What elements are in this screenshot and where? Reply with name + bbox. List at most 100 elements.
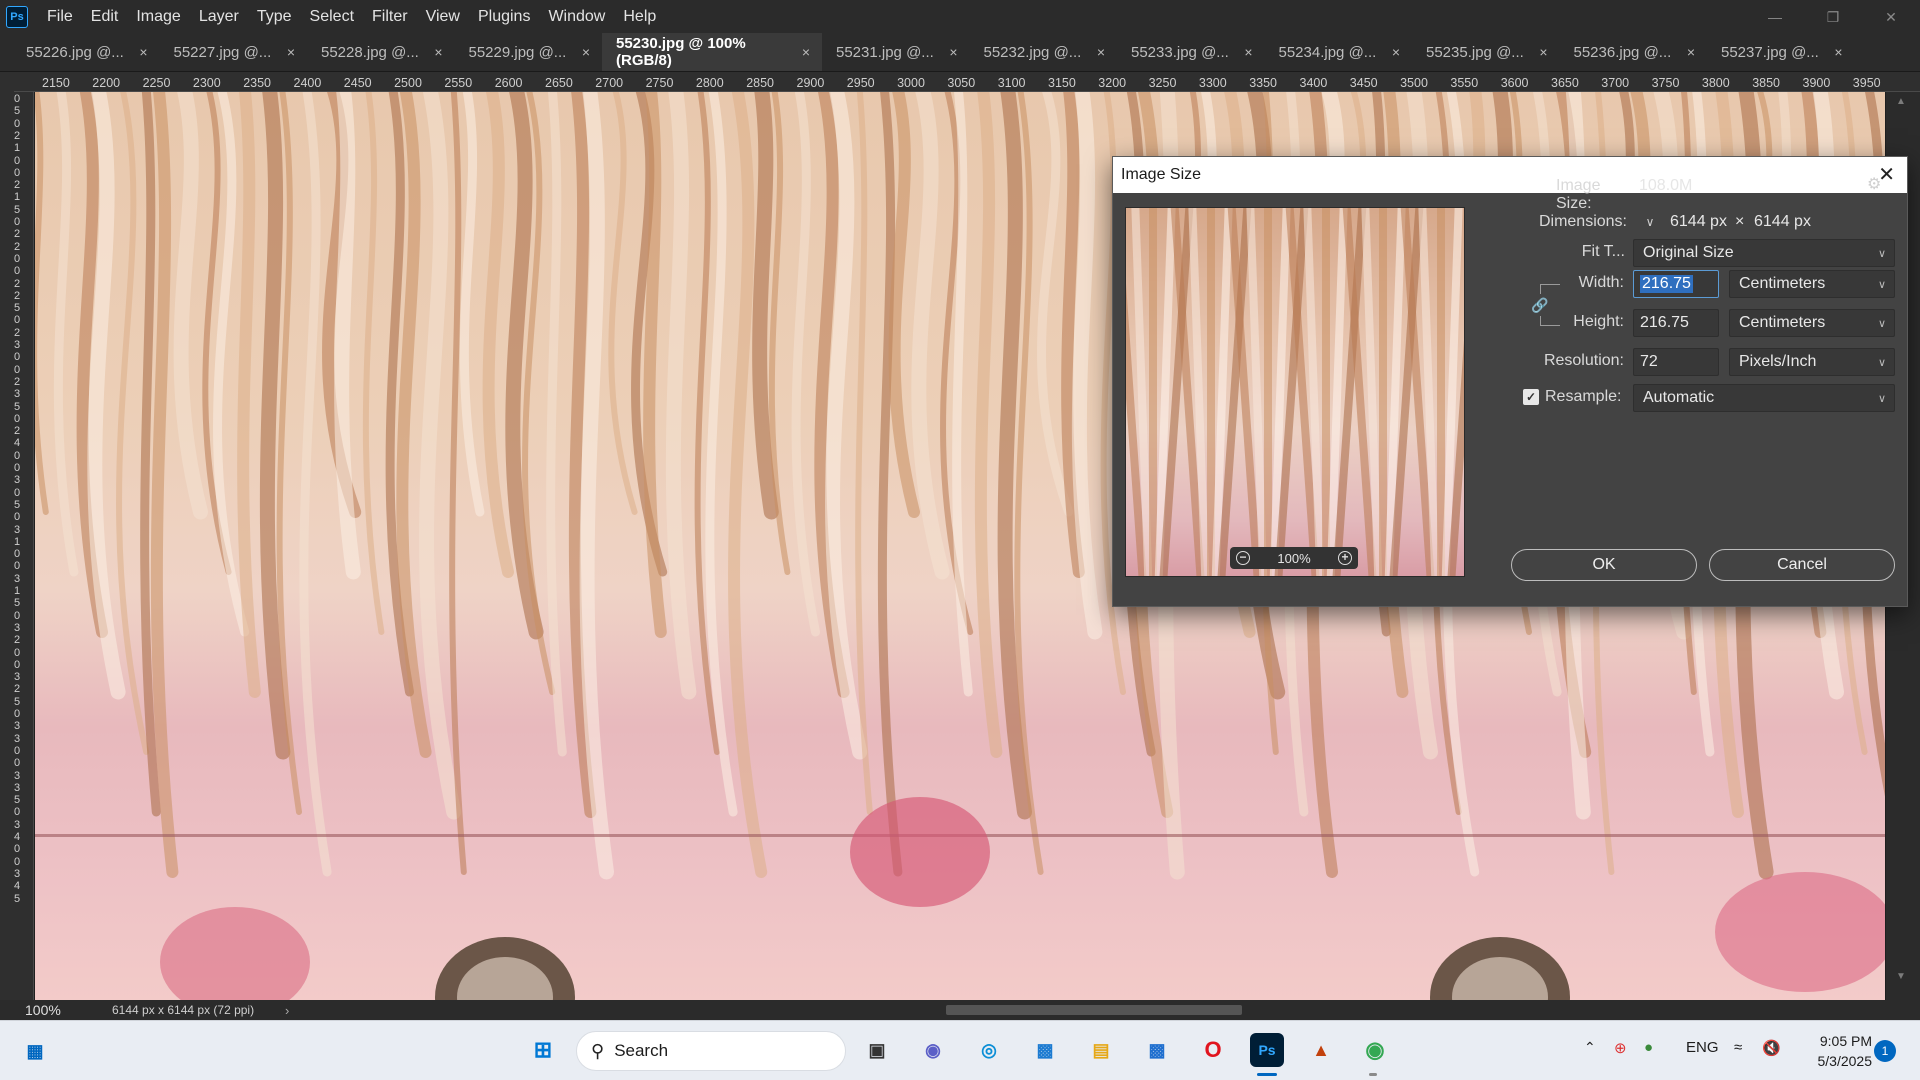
gear-icon[interactable]: ⚙ <box>1867 174 1881 194</box>
ruler-tick-digit: 0 <box>14 843 21 856</box>
zoom-out-icon[interactable]: − <box>1236 551 1250 565</box>
document-tab[interactable]: 55227.jpg @... × <box>159 33 307 71</box>
close-tab-icon[interactable]: × <box>1392 44 1400 60</box>
document-tab[interactable]: 55236.jpg @... × <box>1559 33 1707 71</box>
resample-checkbox[interactable]: ✓ <box>1523 389 1539 405</box>
width-unit-dropdown[interactable]: Centimeters ∨ <box>1729 270 1895 298</box>
chevron-down-icon[interactable]: ∨ <box>1641 213 1659 231</box>
document-tab[interactable]: 55229.jpg @... × <box>454 33 602 71</box>
document-tab[interactable]: 55230.jpg @ 100% (RGB/8) × <box>602 33 822 71</box>
status-menu-arrow-icon[interactable]: › <box>285 1003 289 1018</box>
ok-button[interactable]: OK <box>1511 549 1697 581</box>
volume-muted-icon[interactable]: 🔇 <box>1762 1039 1781 1057</box>
horizontal-scroll-thumb[interactable] <box>946 1005 1242 1015</box>
store-icon[interactable]: ▩ <box>1140 1033 1174 1067</box>
search-box[interactable]: ⚲ Search <box>576 1031 846 1071</box>
link-icon[interactable]: 🔗 <box>1531 294 1549 316</box>
height-unit-dropdown[interactable]: Centimeters ∨ <box>1729 309 1895 337</box>
widgets-icon[interactable]: ▦ <box>18 1034 52 1068</box>
menu-type[interactable]: Type <box>248 0 301 34</box>
ruler-tick-digit: 2 <box>14 129 21 142</box>
document-tab[interactable]: 55231.jpg @... × <box>822 33 970 71</box>
edge-browser-icon[interactable]: ◎ <box>972 1033 1006 1067</box>
resample-dropdown[interactable]: Automatic ∨ <box>1633 384 1895 412</box>
scroll-up-arrow-icon[interactable]: ▲ <box>1896 96 1906 107</box>
zoom-level[interactable]: 100% <box>0 1002 75 1018</box>
width-value: 216.75 <box>1640 275 1693 293</box>
ruler-tick-label: 2150 <box>42 76 70 90</box>
task-view-icon[interactable]: ▣ <box>860 1033 894 1067</box>
width-input[interactable]: 216.75 <box>1633 270 1719 298</box>
dialog-titlebar[interactable]: Image Size ✕ <box>1113 157 1907 193</box>
language-indicator[interactable]: ENG <box>1686 1039 1719 1056</box>
ruler-tick-label: 2350 <box>243 76 271 90</box>
menu-help[interactable]: Help <box>614 0 665 34</box>
document-tab[interactable]: 55237.jpg @... × <box>1707 33 1855 71</box>
menu-select[interactable]: Select <box>301 0 363 34</box>
close-tab-icon[interactable]: × <box>1097 44 1105 60</box>
document-tab[interactable]: 55228.jpg @... × <box>307 33 455 71</box>
document-tab[interactable]: 55233.jpg @... × <box>1117 33 1265 71</box>
close-tab-icon[interactable]: × <box>802 44 810 60</box>
ruler-corner <box>0 72 14 92</box>
resolution-unit-dropdown[interactable]: Pixels/Inch ∨ <box>1729 348 1895 376</box>
close-tab-icon[interactable]: × <box>434 44 442 60</box>
document-tab[interactable]: 55226.jpg @... × <box>12 33 160 71</box>
hair-strand <box>791 92 820 637</box>
document-tab[interactable]: 55234.jpg @... × <box>1264 33 1412 71</box>
close-window-button[interactable]: ✕ <box>1862 0 1920 34</box>
menu-edit[interactable]: Edit <box>82 0 128 34</box>
ruler-tick-label: 3700 <box>1601 76 1630 90</box>
menu-plugins[interactable]: Plugins <box>469 0 539 34</box>
close-tab-icon[interactable]: × <box>949 44 957 60</box>
close-tab-icon[interactable]: × <box>1834 44 1842 60</box>
document-tab[interactable]: 55232.jpg @... × <box>969 33 1117 71</box>
ruler-tick-digit: 5 <box>14 695 21 708</box>
teams-chat-icon[interactable]: ◉ <box>916 1033 950 1067</box>
brave-browser-icon[interactable]: ▲ <box>1304 1033 1338 1067</box>
menu-window[interactable]: Window <box>539 0 614 34</box>
tray-app-icon[interactable]: ⊕ <box>1614 1039 1627 1057</box>
image-preview[interactable]: − 100% + <box>1125 207 1465 577</box>
file-explorer-icon[interactable]: ▤ <box>1084 1033 1118 1067</box>
show-hidden-icons-icon[interactable]: ⌃ <box>1584 1039 1596 1056</box>
tray-app-icon[interactable]: ● <box>1644 1039 1653 1056</box>
ruler-tick-digit: 2 <box>14 289 21 302</box>
menu-file[interactable]: File <box>38 0 82 34</box>
menu-layer[interactable]: Layer <box>190 0 248 34</box>
opera-browser-icon[interactable]: O <box>1196 1033 1230 1067</box>
preview-zoom-control: − 100% + <box>1230 547 1358 569</box>
close-tab-icon[interactable]: × <box>139 44 147 60</box>
camera-app-icon[interactable]: ▩ <box>1028 1033 1062 1067</box>
resolution-input[interactable]: 72 <box>1633 348 1719 376</box>
horizontal-scrollbar[interactable] <box>316 1005 1876 1015</box>
ruler-tick-digit: 5 <box>14 892 21 905</box>
ruler-tick-label: 2800 <box>695 76 724 90</box>
chrome-browser-icon[interactable]: ◉ <box>1358 1033 1392 1067</box>
clock[interactable]: 9:05 PM 5/3/2025 <box>1796 1031 1873 1071</box>
close-tab-icon[interactable]: × <box>1244 44 1252 60</box>
fit-to-dropdown[interactable]: Original Size ∨ <box>1633 239 1895 267</box>
horizontal-ruler[interactable]: 2150 2200 2250 2300 2350 2400 2450 2500 2550 2600… <box>14 72 1920 92</box>
close-tab-icon[interactable]: × <box>582 44 590 60</box>
height-input[interactable]: 216.75 <box>1633 309 1719 337</box>
document-tab[interactable]: 55235.jpg @... × <box>1412 33 1560 71</box>
ruler-tick-digit: 5 <box>14 498 21 511</box>
menu-image[interactable]: Image <box>127 0 189 34</box>
menu-filter[interactable]: Filter <box>363 0 417 34</box>
scroll-down-arrow-icon[interactable]: ▼ <box>1896 971 1906 982</box>
photoshop-taskbar-icon[interactable]: Ps <box>1250 1033 1284 1067</box>
minimize-button[interactable]: — <box>1746 0 1804 34</box>
start-icon[interactable]: ⊞ <box>526 1033 560 1067</box>
wifi-icon[interactable]: ≈ <box>1734 1039 1742 1056</box>
menu-view[interactable]: View <box>417 0 469 34</box>
zoom-in-icon[interactable]: + <box>1338 551 1352 565</box>
close-tab-icon[interactable]: × <box>287 44 295 60</box>
close-tab-icon[interactable]: × <box>1539 44 1547 60</box>
cancel-button[interactable]: Cancel <box>1709 549 1895 581</box>
restore-button[interactable]: ❐ <box>1804 0 1862 34</box>
vertical-ruler[interactable]: 0502100215022002250230023502400305031003… <box>0 92 34 1000</box>
notification-badge[interactable]: 1 <box>1874 1040 1896 1062</box>
close-tab-icon[interactable]: × <box>1687 44 1695 60</box>
tab-label: 55236.jpg @... <box>1573 43 1672 61</box>
